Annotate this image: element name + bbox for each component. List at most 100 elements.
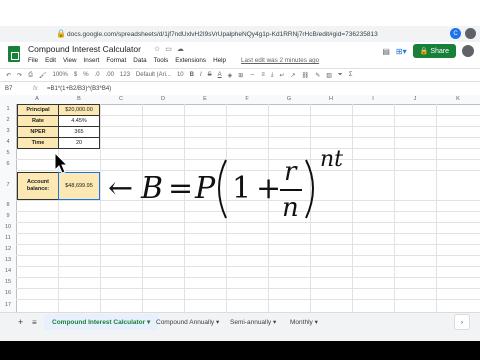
add-sheet-icon[interactable]: + xyxy=(18,314,23,330)
row-header-9[interactable]: 9 xyxy=(0,211,17,222)
tab-compound-annually[interactable]: Compound Annually ▾ xyxy=(156,314,219,330)
filter-icon[interactable]: ⏷ xyxy=(338,72,343,79)
comments-icon[interactable]: ▤ xyxy=(382,47,390,56)
menu-format[interactable]: Format xyxy=(106,57,126,64)
row-header-8[interactable]: 8 xyxy=(0,200,17,211)
menu-view[interactable]: View xyxy=(63,57,77,64)
cell-balance-label[interactable]: Account balance: xyxy=(17,172,59,200)
increase-decimal-button[interactable]: .00 xyxy=(106,72,114,78)
row-header-1[interactable]: 1 xyxy=(0,104,17,115)
row-header-17[interactable]: 17 xyxy=(0,299,17,312)
col-header-d[interactable]: D xyxy=(142,95,184,105)
extension-icon[interactable]: C xyxy=(450,28,461,39)
menu-file[interactable]: File xyxy=(28,57,38,64)
italic-icon[interactable]: I xyxy=(200,72,202,78)
menu-edit[interactable]: Edit xyxy=(45,57,56,64)
menu-data[interactable]: Data xyxy=(133,57,146,64)
row-header-15[interactable]: 15 xyxy=(0,277,17,288)
chart-icon[interactable]: ▥ xyxy=(326,72,332,79)
avatar[interactable] xyxy=(462,45,474,57)
font-size-select[interactable]: 10 xyxy=(177,72,184,78)
fill-color-icon[interactable]: ◈ xyxy=(228,72,233,79)
formula-exponent: nt xyxy=(320,148,343,172)
lock-small-icon: 🔒 xyxy=(419,48,431,55)
document-title[interactable]: Compound Interest Calculator xyxy=(28,44,141,54)
share-button[interactable]: 🔒 Share xyxy=(412,44,456,58)
row-header-4[interactable]: 4 xyxy=(0,137,17,148)
col-header-f[interactable]: F xyxy=(226,95,268,105)
tab-semi-annually[interactable]: Semi-annually ▾ xyxy=(230,314,276,330)
row-header-12[interactable]: 12 xyxy=(0,244,17,255)
left-paren xyxy=(218,159,227,219)
percent-button[interactable]: % xyxy=(83,72,88,78)
last-edit-link[interactable]: Last edit was 2 minutes ago xyxy=(241,57,319,64)
borders-icon[interactable]: ⊞ xyxy=(238,72,243,79)
formula-equals: = xyxy=(168,171,193,206)
row-header-14[interactable]: 14 xyxy=(0,266,17,277)
row-header-6[interactable]: 6 xyxy=(0,159,17,170)
undo-icon[interactable]: ↶ xyxy=(6,72,11,79)
row-header-13[interactable]: 13 xyxy=(0,255,17,266)
more-formats-button[interactable]: 123 xyxy=(120,72,130,78)
col-header-c[interactable]: C xyxy=(100,95,142,105)
explore-button[interactable]: › xyxy=(454,314,470,330)
bold-icon[interactable]: B xyxy=(190,72,194,78)
formula-b: B xyxy=(140,171,163,206)
row-header-10[interactable]: 10 xyxy=(0,222,17,233)
comment-icon[interactable]: ✎ xyxy=(315,72,320,79)
row-header-16[interactable]: 16 xyxy=(0,288,17,299)
row-header-7[interactable]: 7 xyxy=(0,170,17,200)
font-select[interactable]: Default (Ari... xyxy=(136,72,171,78)
tab-monthly[interactable]: Monthly ▾ xyxy=(290,314,318,330)
url-text[interactable]: docs.google.com/spreadsheets/d/1jf7ndUxl… xyxy=(67,31,378,38)
wrap-icon[interactable]: ↵ xyxy=(280,72,285,79)
currency-button[interactable]: $ xyxy=(74,72,77,78)
row-header-3[interactable]: 3 xyxy=(0,126,17,137)
col-header-g[interactable]: G xyxy=(268,95,310,105)
name-box[interactable]: B7 xyxy=(0,86,33,92)
row-header-2[interactable]: 2 xyxy=(0,115,17,126)
print-icon[interactable]: ⎙ xyxy=(28,72,33,79)
cell-time-value[interactable]: 20 xyxy=(58,137,100,149)
link-icon[interactable]: ⛓ xyxy=(302,72,310,79)
menu-insert[interactable]: Insert xyxy=(84,57,100,64)
paint-format-icon[interactable]: 🖌 xyxy=(39,72,47,79)
cell-time-label[interactable]: Time xyxy=(17,137,59,149)
tab-compound-interest-calculator[interactable]: Compound Interest Calculator ▾ xyxy=(44,314,159,330)
align-icon[interactable]: ≡ xyxy=(261,72,265,78)
row-header-5[interactable]: 5 xyxy=(0,148,17,159)
col-header-i[interactable]: I xyxy=(352,95,394,105)
merge-icon[interactable]: ⇔ xyxy=(249,72,255,78)
star-icon[interactable]: ☆ xyxy=(154,45,160,53)
menu-tools[interactable]: Tools xyxy=(154,57,169,64)
present-icon[interactable]: ⊞▾ xyxy=(396,47,407,56)
move-folder-icon[interactable]: ▭ xyxy=(165,45,172,53)
menu-help[interactable]: Help xyxy=(213,57,226,64)
formula-plus: + xyxy=(256,171,281,206)
formula-p: P xyxy=(194,171,216,206)
profile-icon[interactable] xyxy=(465,28,476,39)
lock-icon: 🔒 xyxy=(56,29,66,38)
functions-icon[interactable]: Σ xyxy=(349,72,353,78)
browser-url-bar[interactable]: 🔒 docs.google.com/spreadsheets/d/1jf7ndU… xyxy=(0,26,480,42)
redo-icon[interactable]: ↷ xyxy=(17,72,22,79)
formula-n: n xyxy=(282,193,299,223)
col-header-e[interactable]: E xyxy=(184,95,226,105)
col-header-k[interactable]: K xyxy=(436,95,480,105)
decrease-decimal-button[interactable]: .0 xyxy=(95,72,100,78)
zoom-select[interactable]: 100% xyxy=(53,72,68,78)
all-sheets-icon[interactable]: ≡ xyxy=(32,314,37,330)
valign-icon[interactable]: ⤓ xyxy=(271,72,274,79)
formula-input[interactable]: =B1*(1+B2/B3)^(B3*B4) xyxy=(47,86,111,92)
arrow-glyph: ← xyxy=(108,171,133,206)
strikethrough-icon[interactable]: S xyxy=(208,72,212,78)
col-header-j[interactable]: J xyxy=(394,95,436,105)
sheets-logo-icon[interactable] xyxy=(8,46,20,62)
menu-extensions[interactable]: Extensions xyxy=(175,57,206,64)
cell-balance-value[interactable]: $48,699.95 xyxy=(58,172,100,200)
formula-one: 1 xyxy=(232,171,251,206)
row-header-11[interactable]: 11 xyxy=(0,233,17,244)
text-color-icon[interactable]: A xyxy=(218,72,222,78)
col-header-h[interactable]: H xyxy=(310,95,352,105)
rotate-icon[interactable]: ↗ xyxy=(291,72,296,79)
